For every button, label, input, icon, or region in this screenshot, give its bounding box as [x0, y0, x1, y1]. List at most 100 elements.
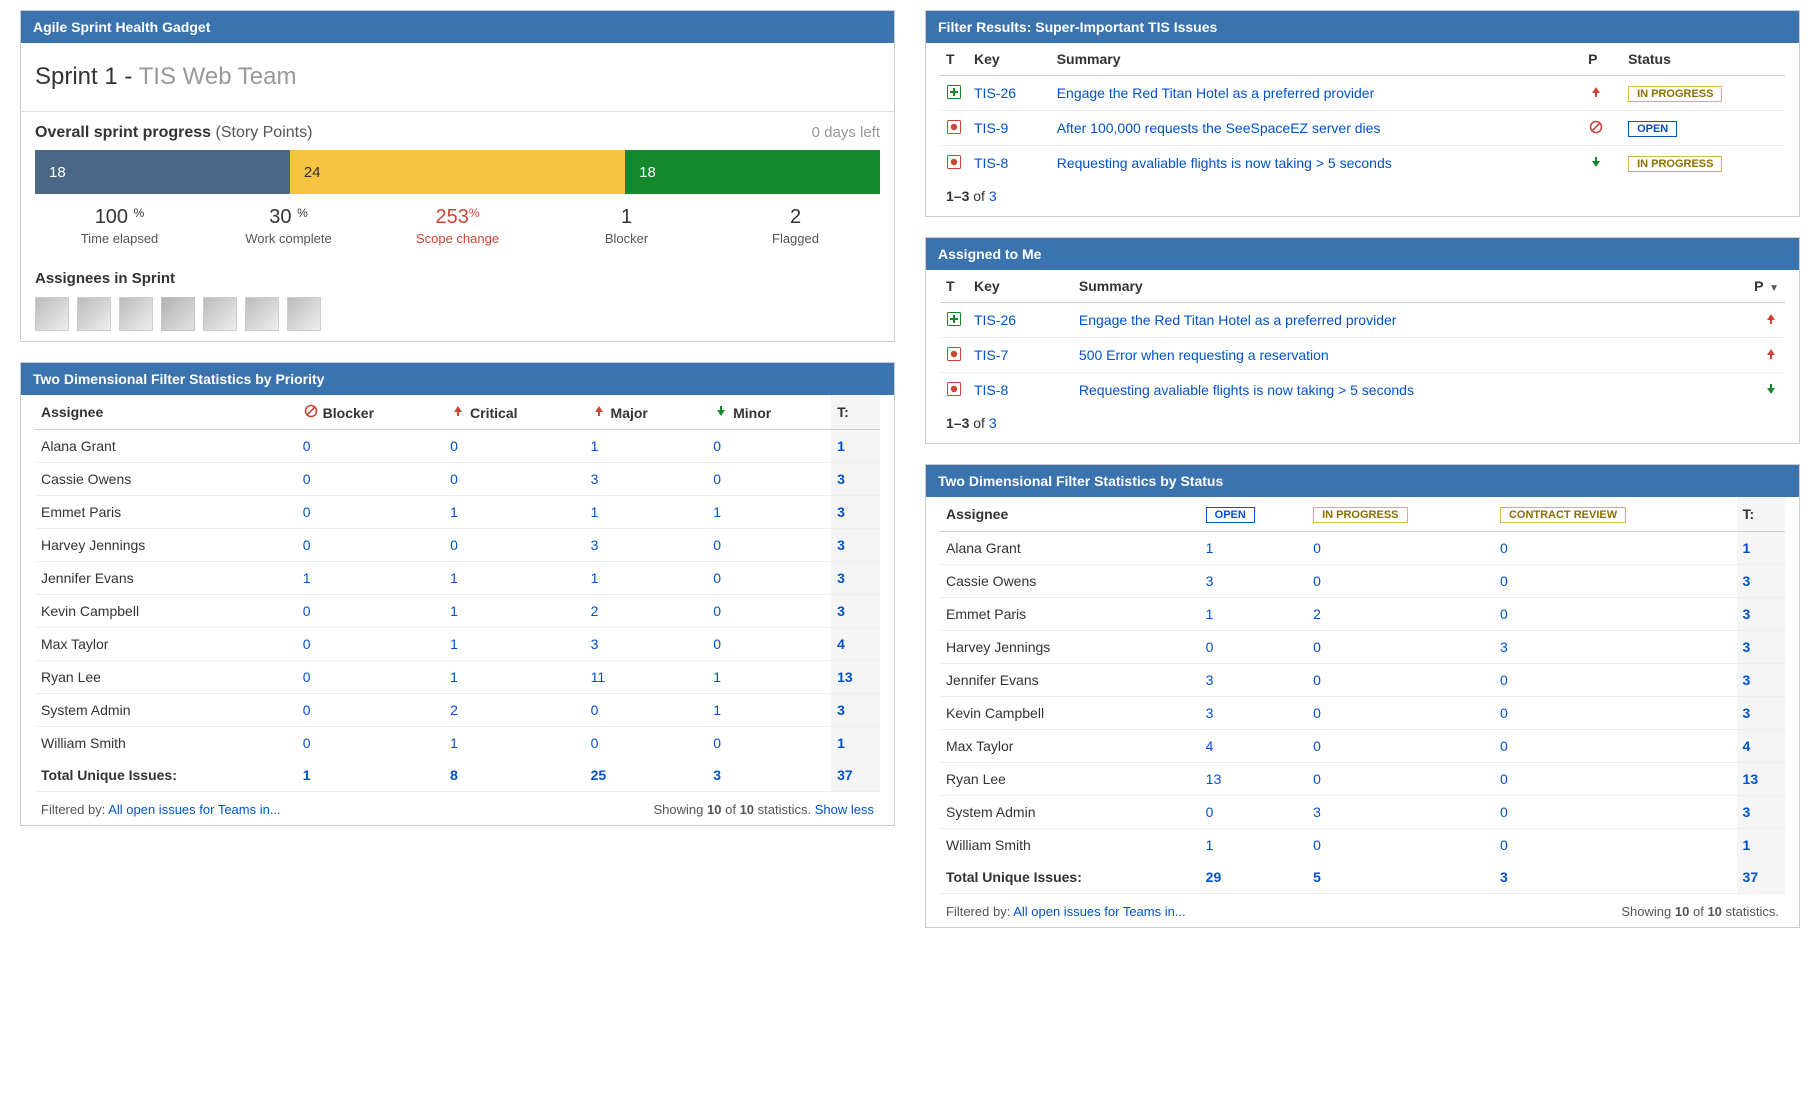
- count-link[interactable]: 0: [713, 471, 721, 487]
- count-link[interactable]: 1: [450, 504, 458, 520]
- count-link[interactable]: 0: [303, 438, 311, 454]
- filter-link[interactable]: All open issues for Teams in...: [1013, 904, 1185, 919]
- col-minor[interactable]: Minor: [707, 395, 831, 430]
- count-link[interactable]: 1: [713, 669, 721, 685]
- count-link[interactable]: 11: [591, 669, 606, 685]
- col-key[interactable]: Key: [968, 43, 1051, 76]
- count-link[interactable]: 0: [450, 537, 458, 553]
- count-link[interactable]: 2: [591, 603, 599, 619]
- total-all[interactable]: 37: [1743, 869, 1759, 885]
- count-link[interactable]: 3: [591, 537, 599, 553]
- count-link[interactable]: 2: [1313, 606, 1321, 622]
- count-link[interactable]: 1: [713, 504, 721, 520]
- count-link[interactable]: 1: [450, 669, 458, 685]
- count-link[interactable]: 0: [1206, 639, 1214, 655]
- count-link[interactable]: 0: [713, 438, 721, 454]
- col-priority[interactable]: P: [1582, 43, 1622, 76]
- col-key[interactable]: Key: [968, 270, 1073, 303]
- count-link[interactable]: 1: [1206, 606, 1214, 622]
- count-link[interactable]: 0: [1313, 738, 1321, 754]
- count-link[interactable]: 3: [1206, 672, 1214, 688]
- avatar[interactable]: [35, 297, 69, 331]
- count-link[interactable]: 0: [303, 636, 311, 652]
- count-link[interactable]: 0: [1313, 540, 1321, 556]
- count-link[interactable]: 1: [450, 603, 458, 619]
- count-link[interactable]: 1: [1206, 837, 1214, 853]
- count-link[interactable]: 0: [1313, 705, 1321, 721]
- count-link[interactable]: 0: [713, 537, 721, 553]
- col-inprogress[interactable]: IN PROGRESS: [1307, 497, 1494, 532]
- issue-key[interactable]: TIS-9: [974, 120, 1008, 136]
- count-link[interactable]: 3: [1206, 705, 1214, 721]
- count-link[interactable]: 0: [713, 603, 721, 619]
- col-critical[interactable]: Critical: [444, 395, 584, 430]
- count-link[interactable]: 0: [1500, 540, 1508, 556]
- total-all[interactable]: 37: [837, 767, 853, 783]
- col-type[interactable]: T: [940, 43, 968, 76]
- count-link[interactable]: 0: [303, 504, 311, 520]
- issue-summary[interactable]: Engage the Red Titan Hotel as a preferre…: [1057, 85, 1375, 101]
- count-link[interactable]: 1: [591, 570, 599, 586]
- col-priority[interactable]: P ▼: [1747, 270, 1785, 303]
- row-total[interactable]: 3: [837, 504, 845, 520]
- avatar[interactable]: [119, 297, 153, 331]
- total-critical[interactable]: 8: [450, 767, 458, 783]
- count-link[interactable]: 0: [1500, 837, 1508, 853]
- col-assignee[interactable]: Assignee: [35, 395, 297, 430]
- count-link[interactable]: 3: [1500, 639, 1508, 655]
- issue-key[interactable]: TIS-26: [974, 85, 1016, 101]
- row-total[interactable]: 3: [837, 471, 845, 487]
- row-total[interactable]: 3: [837, 537, 845, 553]
- row-total[interactable]: 3: [837, 570, 845, 586]
- count-link[interactable]: 0: [303, 603, 311, 619]
- filter-link[interactable]: All open issues for Teams in...: [108, 802, 280, 817]
- count-link[interactable]: 0: [1500, 771, 1508, 787]
- issue-key[interactable]: TIS-8: [974, 155, 1008, 171]
- row-total[interactable]: 3: [1743, 804, 1751, 820]
- row-total[interactable]: 1: [837, 438, 845, 454]
- row-total[interactable]: 13: [837, 669, 853, 685]
- col-contract[interactable]: CONTRACT REVIEW: [1494, 497, 1737, 532]
- issue-summary[interactable]: 500 Error when requesting a reservation: [1079, 347, 1329, 363]
- avatar[interactable]: [245, 297, 279, 331]
- count-link[interactable]: 1: [303, 570, 311, 586]
- count-link[interactable]: 4: [1206, 738, 1214, 754]
- avatar[interactable]: [203, 297, 237, 331]
- count-link[interactable]: 0: [450, 438, 458, 454]
- count-link[interactable]: 0: [1500, 705, 1508, 721]
- count-link[interactable]: 2: [450, 702, 458, 718]
- avatar[interactable]: [161, 297, 195, 331]
- count-link[interactable]: 1: [713, 702, 721, 718]
- avatar[interactable]: [287, 297, 321, 331]
- issue-key[interactable]: TIS-26: [974, 312, 1016, 328]
- count-link[interactable]: 0: [303, 537, 311, 553]
- count-link[interactable]: 0: [303, 669, 311, 685]
- col-type[interactable]: T: [940, 270, 968, 303]
- show-less-link[interactable]: Show less: [815, 802, 874, 817]
- count-link[interactable]: 1: [591, 504, 599, 520]
- count-link[interactable]: 0: [1500, 672, 1508, 688]
- count-link[interactable]: 1: [450, 570, 458, 586]
- count-link[interactable]: 1: [591, 438, 599, 454]
- count-link[interactable]: 0: [1313, 672, 1321, 688]
- total-minor[interactable]: 3: [713, 767, 721, 783]
- count-link[interactable]: 13: [1206, 771, 1222, 787]
- count-link[interactable]: 0: [1313, 771, 1321, 787]
- col-total[interactable]: T:: [1737, 497, 1785, 532]
- total-contract[interactable]: 3: [1500, 869, 1508, 885]
- count-link[interactable]: 0: [713, 636, 721, 652]
- count-link[interactable]: 0: [1313, 639, 1321, 655]
- total-inprog[interactable]: 5: [1313, 869, 1321, 885]
- col-open[interactable]: OPEN: [1200, 497, 1307, 532]
- col-major[interactable]: Major: [585, 395, 708, 430]
- issue-summary[interactable]: After 100,000 requests the SeeSpaceEZ se…: [1057, 120, 1381, 136]
- total-major[interactable]: 25: [591, 767, 607, 783]
- col-assignee[interactable]: Assignee: [940, 497, 1200, 532]
- row-total[interactable]: 3: [1743, 672, 1751, 688]
- count-link[interactable]: 0: [591, 735, 599, 751]
- row-total[interactable]: 1: [1743, 540, 1751, 556]
- total-open[interactable]: 29: [1206, 869, 1222, 885]
- col-total[interactable]: T:: [831, 395, 880, 430]
- row-total[interactable]: 3: [837, 702, 845, 718]
- col-summary[interactable]: Summary: [1073, 270, 1747, 303]
